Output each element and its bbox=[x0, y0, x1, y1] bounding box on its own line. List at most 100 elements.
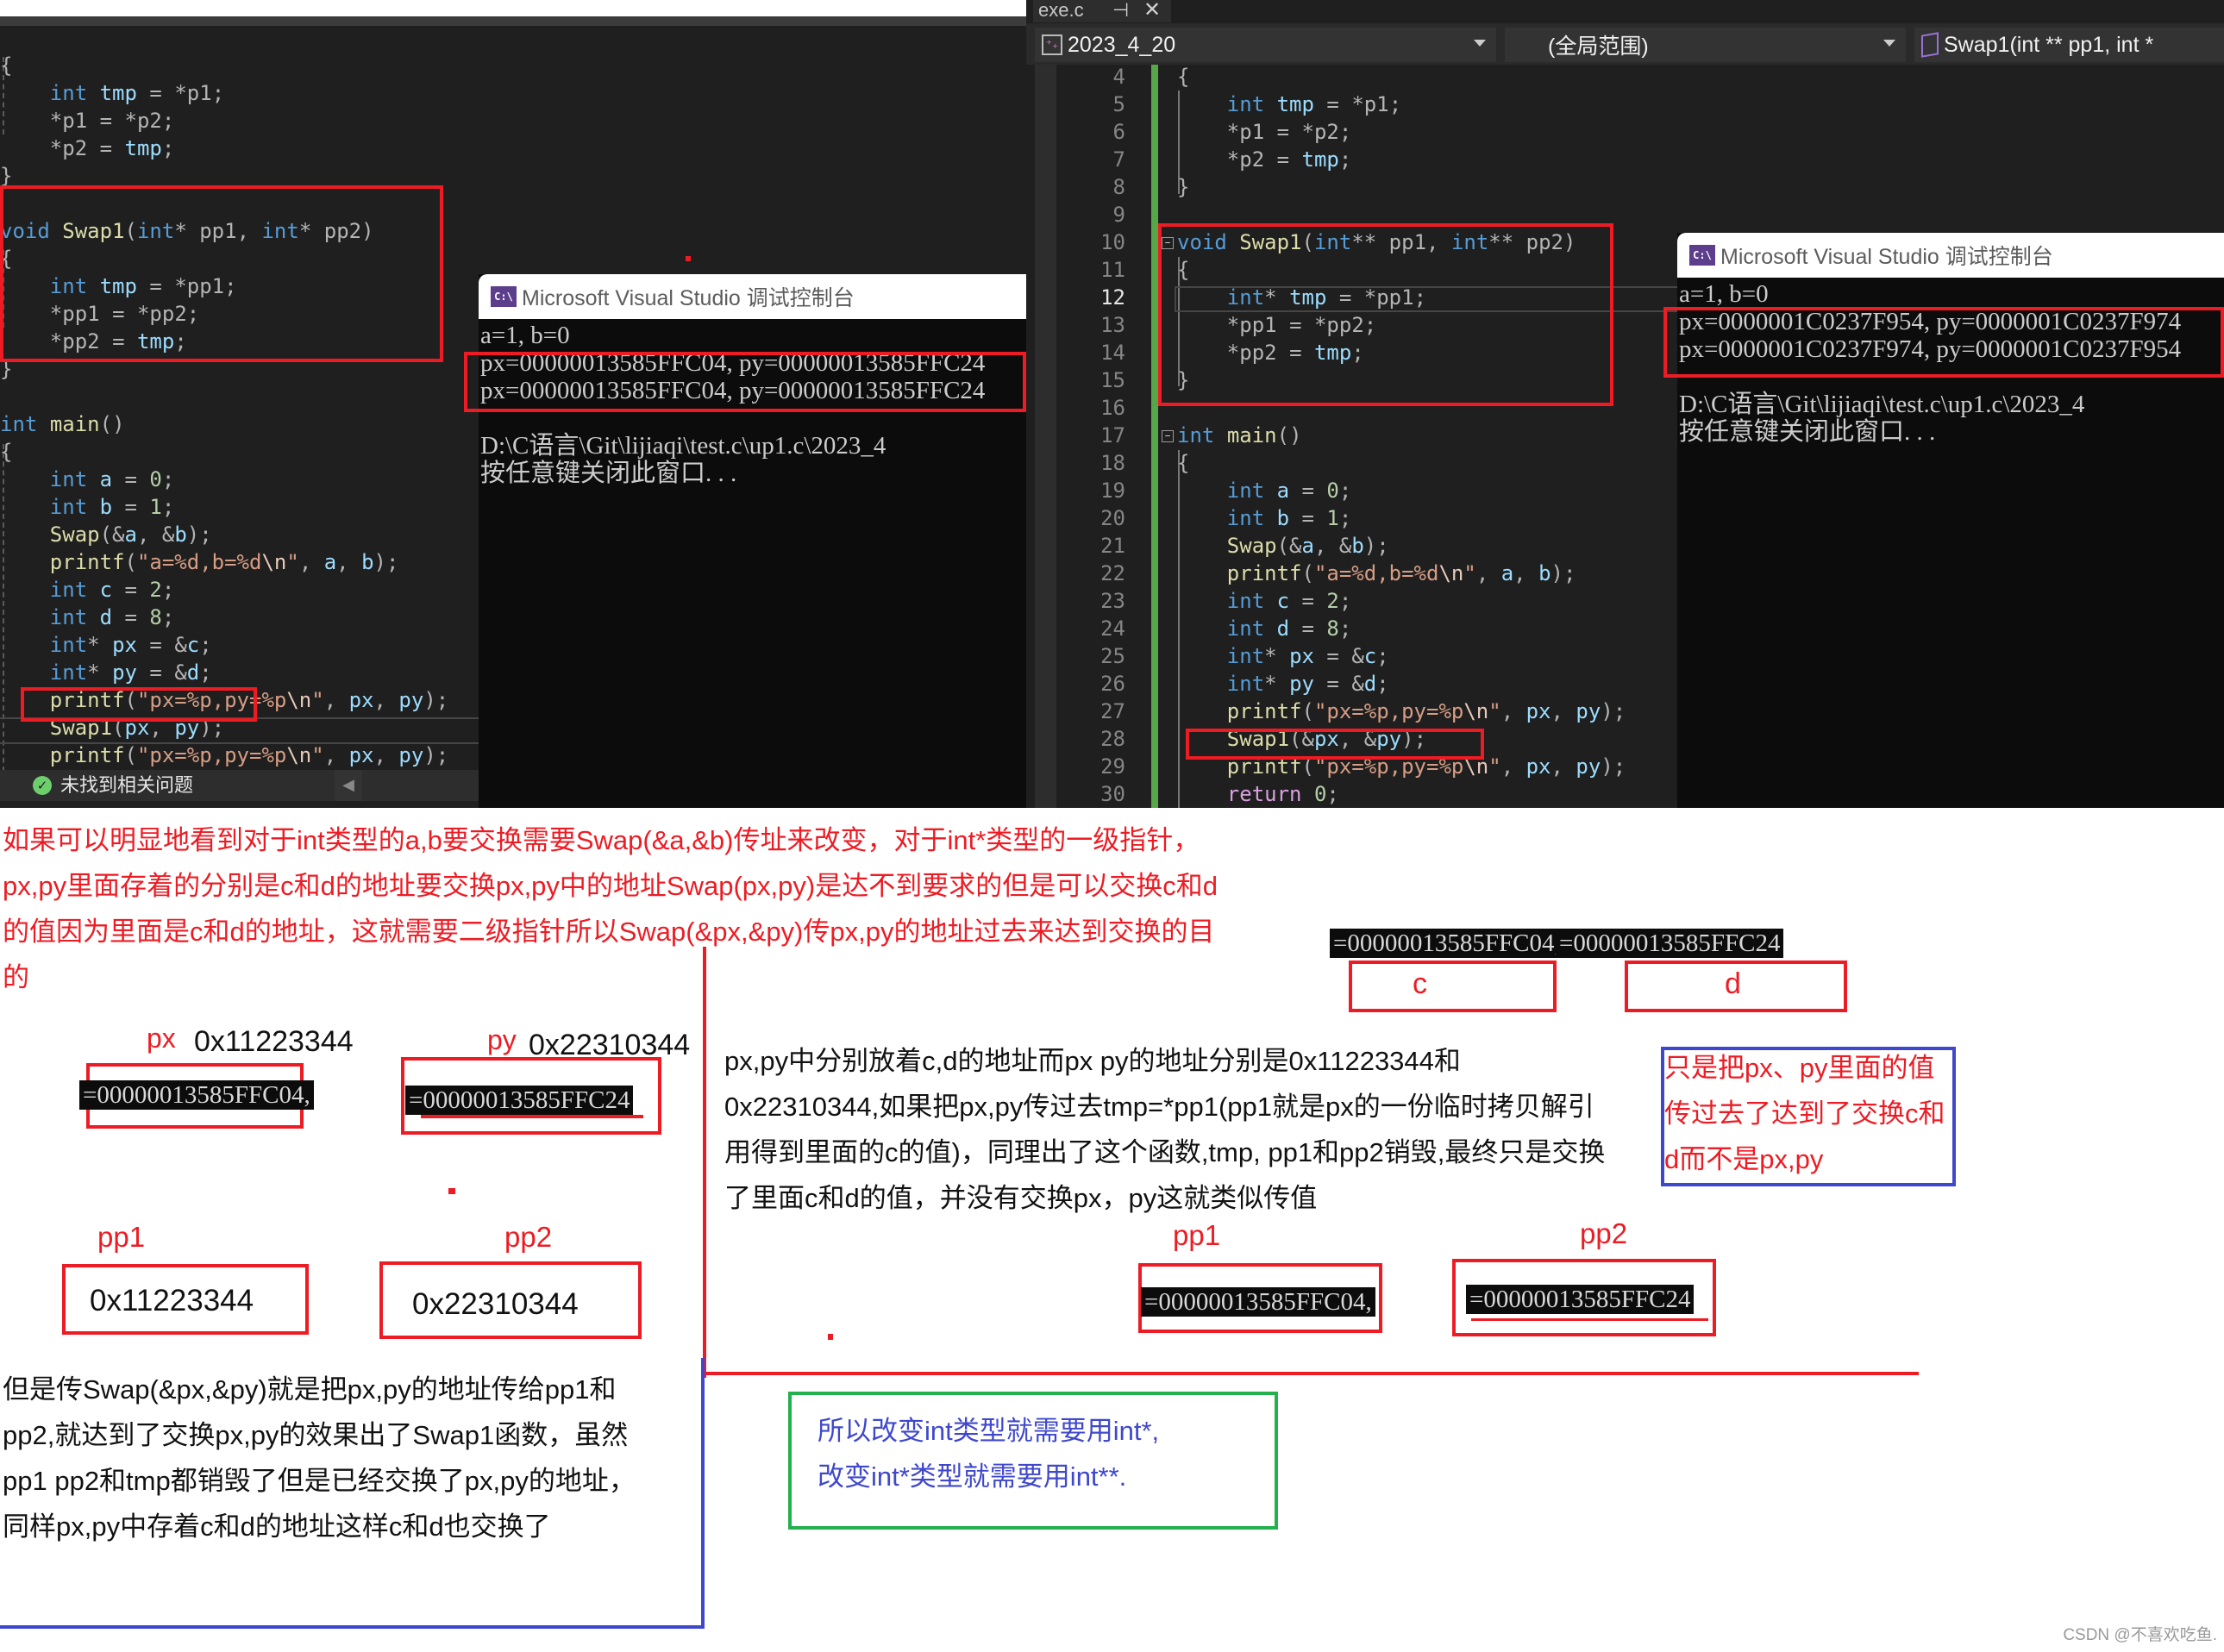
code-line[interactable]: int a = 0; bbox=[0, 466, 448, 493]
code-line[interactable]: { bbox=[1177, 63, 1626, 91]
scroll-left-button[interactable]: ◀ bbox=[335, 770, 362, 801]
window-top-strip bbox=[0, 0, 1026, 16]
pp1-value: 0x11223344 bbox=[90, 1284, 254, 1317]
intro-line: 如果可以明显地看到对于int类型的a,b要交换需要Swap(&a,&b)传址来改… bbox=[3, 825, 1200, 855]
close-icon[interactable]: ✕ bbox=[1143, 0, 1161, 21]
intro-line: px,py里面存着的分别是c和d的地址要交换px,py中的地址Swap(px,p… bbox=[3, 871, 1218, 901]
code-line[interactable]: *p1 = *p2; bbox=[1177, 118, 1626, 146]
code-line[interactable] bbox=[0, 383, 448, 410]
pp2-value: 0x22310344 bbox=[412, 1287, 579, 1321]
code-line[interactable]: int* px = &c; bbox=[1177, 642, 1626, 670]
code-line[interactable]: int b = 1; bbox=[1177, 504, 1626, 532]
line-number: 17 bbox=[1100, 423, 1125, 447]
console-app-icon: C:\ bbox=[491, 286, 517, 307]
chevron-down-icon bbox=[1474, 40, 1486, 47]
tab-bar bbox=[1026, 0, 2224, 23]
code-line[interactable]: int d = 8; bbox=[0, 604, 448, 631]
line-number: 30 bbox=[1100, 782, 1125, 806]
current-line-highlight bbox=[0, 742, 479, 744]
line-number: 5 bbox=[1112, 92, 1125, 116]
scope-dropdown[interactable]: (全局范围) bbox=[1505, 28, 1906, 62]
code-line[interactable]: int main() bbox=[1177, 422, 1626, 449]
conclusion-line: 所以改变int类型就需要用int*, bbox=[818, 1416, 1160, 1446]
code-line[interactable]: *p2 = tmp; bbox=[0, 135, 448, 162]
conclusion-text: 所以改变int类型就需要用int*, 改变int*类型就需要用int**. bbox=[818, 1408, 1266, 1499]
line-number: 10 bbox=[1100, 230, 1125, 254]
code-line[interactable]: printf("px=%p,py=%p\n", px, py); bbox=[1177, 698, 1626, 725]
section-divider-vertical bbox=[703, 947, 706, 1378]
pp2-value: =00000013585FFC24 bbox=[1466, 1285, 1695, 1314]
project-dropdown[interactable]: ⁺₊ 2023_4_20 bbox=[1035, 28, 1496, 62]
explanation-line: 用得到里面的c的值)，同理出了这个函数,tmp, pp1和pp2销毁,最终只是交… bbox=[724, 1137, 1606, 1167]
member-dropdown[interactable]: Swap1(int ** pp1, int * bbox=[1914, 28, 2224, 62]
code-line[interactable]: int* py = &d; bbox=[1177, 670, 1626, 698]
console-title-bar[interactable]: C:\ Microsoft Visual Studio 调试控制台 bbox=[479, 274, 1026, 319]
py-underline bbox=[421, 1115, 643, 1118]
code-line[interactable]: return 0; bbox=[1177, 780, 1626, 808]
line-number: 15 bbox=[1100, 368, 1125, 392]
code-line[interactable]: *p1 = *p2; bbox=[0, 107, 448, 135]
code-line[interactable]: int d = 8; bbox=[1177, 615, 1626, 642]
console-line: 按任意键关闭此窗口. . . bbox=[1679, 418, 1936, 446]
explanation-line: 同样px,py中存着c和d的地址这样c和d也交换了 bbox=[3, 1511, 551, 1542]
intro-line: 的值因为里面是c和d的地址，这就需要二级指针所以Swap(&px,&py)传px… bbox=[3, 917, 1215, 947]
d-value: =00000013585FFC24 bbox=[1556, 929, 1784, 958]
code-line[interactable]: int tmp = *p1; bbox=[0, 79, 448, 107]
line-number: 27 bbox=[1100, 699, 1125, 723]
explanation-line: pp2,就达到了交换px,py的效果出了Swap1函数，虽然 bbox=[3, 1420, 629, 1450]
code-line[interactable]: Swap(&a, &b); bbox=[0, 521, 448, 548]
code-line[interactable]: Swap(&a, &b); bbox=[1177, 532, 1626, 560]
pin-icon[interactable]: ⊣ bbox=[1112, 0, 1129, 21]
code-line[interactable]: { bbox=[0, 52, 448, 79]
pp1-label: pp1 bbox=[1173, 1219, 1221, 1251]
code-line[interactable]: printf("a=%d,b=%d\n", a, b); bbox=[1177, 560, 1626, 587]
section-divider-horizontal-blue bbox=[0, 1625, 705, 1629]
console-line: D:\C语言\Git\lijiaqi\test.c\up1.c\2023_4 bbox=[1679, 391, 2085, 418]
code-line[interactable]: printf("px=%p,py=%p\n", px, py); bbox=[0, 742, 448, 769]
highlight-box-swap1-call bbox=[21, 687, 257, 722]
code-line[interactable]: int c = 2; bbox=[0, 576, 448, 604]
conclusion-line: 改变int*类型就需要用int**. bbox=[818, 1461, 1127, 1492]
note-line: 只是把px、py里面的值 bbox=[1664, 1053, 1935, 1083]
member-dropdown-value: Swap1(int ** pp1, int * bbox=[1944, 32, 2154, 57]
code-line[interactable]: int c = 2; bbox=[1177, 587, 1626, 615]
line-number: 21 bbox=[1100, 534, 1125, 558]
navigation-bar bbox=[0, 16, 1026, 26]
code-line[interactable]: } bbox=[1177, 173, 1626, 201]
code-line[interactable]: printf("a=%d,b=%d\n", a, b); bbox=[0, 548, 448, 576]
status-text: 未找到相关问题 bbox=[60, 774, 194, 796]
code-line[interactable]: { bbox=[1177, 449, 1626, 477]
tab-exe-c[interactable]: exe.c ⊣ ✕ bbox=[1033, 0, 1171, 22]
line-number: 18 bbox=[1100, 451, 1125, 475]
explanation-line: 0x22310344,如果把px,py传过去tmp=*pp1(pp1就是px的一… bbox=[724, 1092, 1594, 1122]
line-number: 16 bbox=[1100, 396, 1125, 420]
line-number: 7 bbox=[1112, 147, 1125, 172]
console-title-bar[interactable]: C:\ Microsoft Visual Studio 调试控制台 bbox=[1677, 233, 2224, 278]
code-line[interactable]: *p2 = tmp; bbox=[1177, 146, 1626, 173]
highlight-box-swap1-double-pointer bbox=[1158, 223, 1613, 406]
code-line[interactable]: int main() bbox=[0, 410, 448, 438]
collapse-toggle-icon[interactable]: − bbox=[1162, 430, 1174, 442]
method-cube-icon bbox=[1921, 32, 1939, 58]
section-divider-horizontal bbox=[703, 1372, 1919, 1375]
code-line[interactable]: int* px = &c; bbox=[0, 631, 448, 659]
console-title: Microsoft Visual Studio 调试控制台 bbox=[522, 286, 855, 310]
code-editor[interactable]: { int tmp = *p1; *p1 = *p2; *p2 = tmp;} … bbox=[1177, 63, 1626, 808]
explanation-line: 但是传Swap(&px,&py)就是把px,py的地址传给pp1和 bbox=[3, 1374, 617, 1405]
note-line: 传过去了达到了交换c和 bbox=[1664, 1098, 1945, 1129]
code-line[interactable]: int b = 1; bbox=[0, 493, 448, 521]
blue-box-note: 只是把px、py里面的值 传过去了达到了交换c和 d而不是px,py bbox=[1664, 1045, 1958, 1182]
code-line[interactable]: { bbox=[0, 438, 448, 466]
scope-dropdown-value: (全局范围) bbox=[1548, 34, 1649, 59]
line-number: 29 bbox=[1100, 754, 1125, 779]
line-number: 22 bbox=[1100, 561, 1125, 585]
change-tracking-bar bbox=[1151, 65, 1158, 808]
code-line[interactable]: int a = 0; bbox=[1177, 477, 1626, 504]
code-editor[interactable]: { int tmp = *p1; *p1 = *p2; *p2 = tmp;} … bbox=[0, 52, 448, 797]
line-number: 14 bbox=[1100, 341, 1125, 365]
console-line: 按任意键关闭此窗口. . . bbox=[480, 460, 737, 487]
note-line: d而不是px,py bbox=[1664, 1144, 1824, 1174]
code-line[interactable]: int tmp = *p1; bbox=[1177, 91, 1626, 118]
line-number: 8 bbox=[1112, 175, 1125, 199]
code-line[interactable]: int* py = &d; bbox=[0, 659, 448, 686]
